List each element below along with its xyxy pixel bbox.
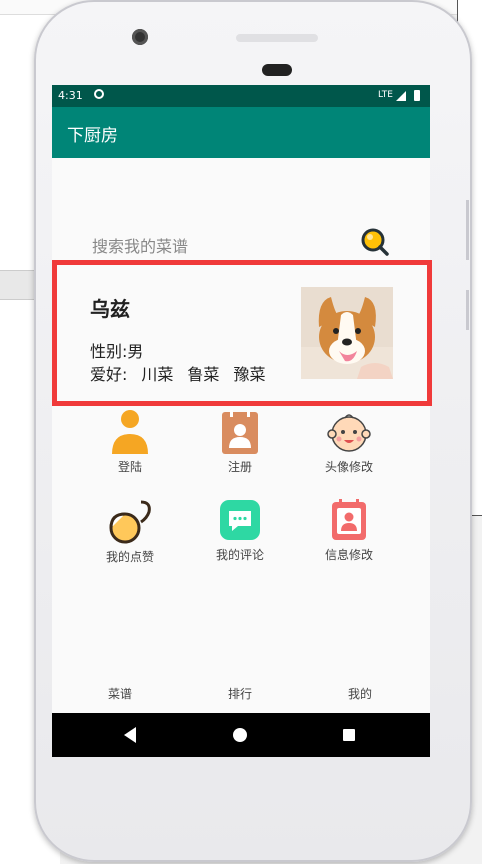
status-time: 4:31 bbox=[58, 89, 83, 102]
dnd-icon bbox=[94, 89, 104, 99]
app-title: 下厨房 bbox=[67, 126, 118, 146]
profile-card[interactable]: 乌兹 性别:男 爱好: 川菜 鲁菜 豫菜 bbox=[52, 260, 432, 406]
recent-apps-icon[interactable] bbox=[343, 729, 355, 741]
hobby-item: 川菜 bbox=[141, 365, 174, 384]
system-nav-bar bbox=[52, 713, 430, 757]
info-edit-item[interactable]: 信息修改 bbox=[304, 498, 394, 568]
contact-book-icon bbox=[222, 410, 258, 454]
network-type: LTE bbox=[378, 90, 393, 100]
avatar-edit-label: 头像修改 bbox=[324, 460, 373, 474]
back-icon[interactable] bbox=[124, 727, 136, 743]
hobby-item: 鲁菜 bbox=[187, 365, 220, 384]
baby-face-icon bbox=[327, 414, 371, 452]
my-comments-item[interactable]: 我的评论 bbox=[195, 498, 285, 568]
search-input[interactable]: 搜索我的菜谱 bbox=[92, 233, 188, 257]
hobby-label: 爱好: bbox=[90, 365, 128, 384]
profile-name: 乌兹 bbox=[90, 297, 130, 321]
speaker-grille bbox=[262, 64, 292, 76]
comment-icon bbox=[220, 500, 260, 540]
app-bar: 下厨房 bbox=[52, 107, 430, 158]
login-item[interactable]: 登陆 bbox=[85, 410, 175, 480]
front-camera bbox=[132, 29, 148, 45]
hobby-item: 豫菜 bbox=[233, 365, 266, 384]
battery-icon bbox=[414, 90, 420, 101]
power-button bbox=[466, 290, 469, 330]
avatar bbox=[301, 287, 393, 379]
nav-recipes[interactable]: 菜谱 bbox=[108, 685, 132, 702]
search-icon[interactable] bbox=[360, 227, 390, 257]
register-item[interactable]: 注册 bbox=[195, 410, 285, 480]
volume-button bbox=[466, 200, 469, 260]
nav-ranking[interactable]: 排行 bbox=[228, 685, 252, 702]
register-label: 注册 bbox=[227, 460, 252, 474]
app-screen: 4:31 LTE 下厨房 搜索我的菜谱 登陆 注册 头像修改 我的点赞 我的评论… bbox=[52, 85, 430, 757]
status-bar: 4:31 LTE bbox=[52, 85, 430, 107]
profile-gender: 性别:男 bbox=[90, 342, 144, 361]
my-likes-label: 我的点赞 bbox=[105, 550, 154, 564]
profile-hobbies: 爱好: 川菜 鲁菜 豫菜 bbox=[90, 361, 279, 385]
my-likes-item[interactable]: 我的点赞 bbox=[85, 498, 175, 568]
id-card-icon bbox=[332, 499, 366, 540]
earpiece bbox=[236, 34, 318, 42]
avatar-edit-item[interactable]: 头像修改 bbox=[304, 410, 394, 480]
like-bowl-icon bbox=[109, 500, 151, 544]
person-icon bbox=[112, 410, 148, 454]
my-comments-label: 我的评论 bbox=[215, 548, 264, 562]
home-icon[interactable] bbox=[233, 728, 247, 742]
nav-mine[interactable]: 我的 bbox=[348, 685, 372, 702]
bottom-navigation: 菜谱 排行 我的 bbox=[52, 685, 430, 709]
info-edit-label: 信息修改 bbox=[324, 548, 373, 562]
signal-icon bbox=[396, 91, 406, 101]
login-label: 登陆 bbox=[117, 460, 142, 474]
